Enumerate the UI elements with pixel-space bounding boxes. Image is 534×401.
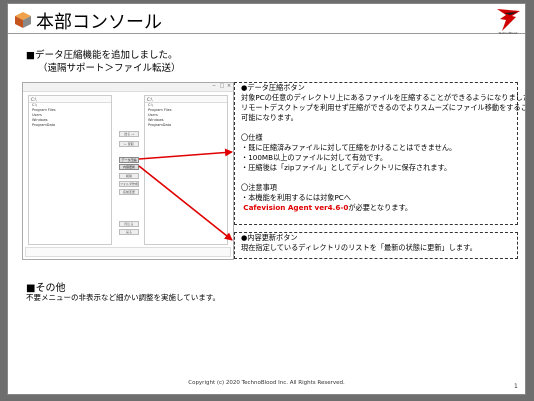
window-titlebar: − □ × xyxy=(23,83,233,92)
agent-suffix: が必要となります。 xyxy=(348,203,413,212)
local-file-pane: C:\ C:\ Program Files Users Windows Prog… xyxy=(28,95,112,245)
callout-line: ・100MB以上のファイルに対して有効です。 xyxy=(241,153,388,162)
other-section-body: 不要メニューの非表示など細かい調整を実施しています。 xyxy=(26,293,221,302)
callout-line: リモートデスクトップを利用せず圧縮ができるのでよりスムーズにファイル移動をするこ… xyxy=(241,103,526,112)
close-icon: × xyxy=(226,83,232,89)
callout-line: 対象PCの任意のディレクトリ上にあるファイルを圧縮することができるようになりまし… xyxy=(241,93,526,102)
callout-line: 〇仕様 xyxy=(241,133,263,142)
close-button: 閉じる xyxy=(119,221,139,227)
agent-requirement: Cafevision Agent ver4.6-0が必要となります。 xyxy=(235,203,517,213)
callout-title: ●内容更新ボタン xyxy=(241,233,298,242)
feature-heading: ■データ圧縮機能を追加しました。 xyxy=(26,50,178,61)
slide: 本部コンソール TechnoBlood ■データ圧縮機能を追加しました。 （遠隔… xyxy=(7,3,526,395)
minimize-icon: − xyxy=(211,83,217,89)
refresh-button-callout: ●内容更新ボタン 現在指定しているディレクトリのリストを「最新の状態に更新」しま… xyxy=(234,232,518,259)
feature-subheading: （遠隔サポート＞ファイル転送） xyxy=(38,63,181,74)
file-item: ProgramData xyxy=(148,123,172,127)
status-bar xyxy=(25,247,231,257)
refresh-button: 内容更新 xyxy=(119,164,139,170)
callout-line: ・圧縮後は「zipファイル」としてディレクトリに保存されます。 xyxy=(241,163,452,172)
page-title: 本部コンソール xyxy=(36,12,162,33)
file-transfer-screenshot: − □ × C:\ C:\ Program Files Users Window… xyxy=(22,82,234,260)
technoblood-logo xyxy=(497,9,520,31)
callout-line xyxy=(235,123,517,133)
receive-button: ← 受取 xyxy=(119,141,139,147)
title-bar: 本部コンソール TechnoBlood xyxy=(8,4,525,35)
new-folder-button: フォルダ作成 xyxy=(119,181,139,187)
compress-button-callout: ●データ圧縮ボタン 対象PCの任意のディレクトリ上にあるファイルを圧縮することが… xyxy=(234,82,526,225)
callout-line: 〇注意事項 xyxy=(241,183,277,192)
copyright-footer: Copyright (c) 2020 TechnoBlood Inc. All … xyxy=(188,380,345,386)
callout-desc: 現在指定しているディレクトリのリストを「最新の状態に更新」します。 xyxy=(241,243,477,252)
send-button: 送る → xyxy=(119,131,139,137)
remote-file-pane: C:\ C:\ Program Files Users Windows Prog… xyxy=(144,95,228,245)
callout-line: ●データ圧縮ボタン xyxy=(241,83,305,92)
file-item: ProgramData xyxy=(32,123,56,127)
remote-path: C:\ xyxy=(145,96,227,103)
callout-line: ・既に圧縮済みファイルに対して圧縮をかけることはできません。 xyxy=(241,143,457,152)
maximize-icon: □ xyxy=(219,83,225,89)
rename-button: 名前変更 xyxy=(119,189,139,195)
compress-button: データ圧縮 xyxy=(119,157,139,163)
delete-button: 削除 xyxy=(119,173,139,179)
agent-version: Cafevision Agent ver4.6-0 xyxy=(243,203,349,212)
local-path: C:\ xyxy=(29,96,111,103)
callout-line xyxy=(235,173,517,183)
page-number: 1 xyxy=(514,383,518,390)
logo-wordmark: TechnoBlood xyxy=(498,31,518,35)
cube-icon xyxy=(15,12,31,28)
back-button: 戻る xyxy=(119,229,139,235)
callout-line: ・本機能を利用するには対象PCへ xyxy=(241,193,351,202)
callout-line: 可能になります。 xyxy=(241,113,298,122)
